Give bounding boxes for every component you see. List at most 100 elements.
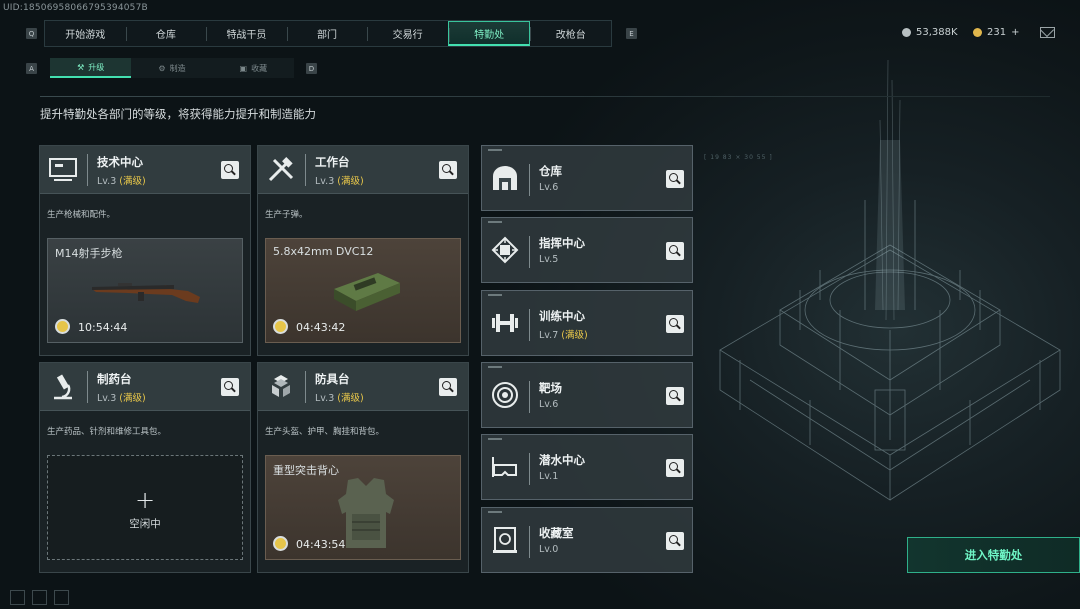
collect-icon: ▣: [239, 63, 248, 73]
craft-slot[interactable]: M14射手步枪 10:54:44: [47, 238, 243, 343]
nav-prev-key-hint[interactable]: Q: [26, 28, 37, 39]
divider: [529, 381, 530, 413]
diving-mask-icon: [492, 457, 517, 477]
dept-level: Lv.3 (满级): [315, 390, 364, 404]
tools-icon: [268, 157, 294, 182]
search-icon[interactable]: [439, 378, 457, 396]
base-hologram: [719, 60, 1061, 501]
craft-slot[interactable]: 5.8x42mm DVC12 04:43:42: [265, 238, 461, 343]
uid-label: UID:18506958066795394057B: [3, 3, 148, 13]
dept-card-workbench[interactable]: 工作台 Lv.3 (满级) 生产子弹。 5.8x42mm DVC12 04:43…: [257, 145, 469, 356]
mail-icon[interactable]: [1040, 27, 1055, 38]
craft-slot[interactable]: 重型突击背心 04:43:54: [265, 455, 461, 560]
facility-level: Lv.5: [539, 254, 559, 265]
dept-card-tech-center[interactable]: 技术中心 Lv.3 (满级) 生产枪械和配件。 M14射手步枪 10:54:44: [39, 145, 251, 356]
max-level-badge: (满级): [119, 176, 146, 187]
facility-diving-center[interactable]: 潜水中心 Lv.1: [481, 434, 693, 500]
divider: [305, 371, 306, 403]
level-value: Lv.7: [539, 330, 559, 341]
corner-bracket-icon: [54, 590, 69, 605]
timer-icon: [55, 319, 70, 334]
nav-next-key-hint[interactable]: E: [626, 28, 637, 39]
sub-tabs: ⚒ 升级 ⚙ 制造 ▣ 收藏: [50, 58, 294, 78]
coin-icon: [902, 28, 911, 37]
plus-icon: +: [134, 486, 156, 514]
facility-collection-room[interactable]: 收藏室 Lv.0: [481, 507, 693, 573]
dept-level: Lv.3 (满级): [315, 173, 364, 187]
subnav-next-key-hint[interactable]: D: [306, 63, 317, 74]
tag-mark: [488, 438, 502, 440]
tag-mark: [488, 149, 502, 151]
search-icon[interactable]: [666, 170, 684, 188]
facility-shooting-range[interactable]: 靶场 Lv.6: [481, 362, 693, 428]
dept-level: Lv.3 (满级): [97, 173, 146, 187]
collection-icon: [493, 527, 517, 553]
divider: [529, 453, 530, 485]
page-description: 提升特勤处各部门的等级，将获得能力提升和制造能力: [40, 107, 316, 121]
search-icon[interactable]: [666, 532, 684, 550]
dept-name: 防具台: [315, 372, 350, 386]
subtab-collect-label: 收藏: [251, 63, 268, 73]
add-token-button[interactable]: +: [1011, 27, 1019, 38]
subtab-upgrade-label: 升级: [88, 62, 105, 72]
facility-level: Lv.7 (满级): [539, 327, 588, 341]
level-value: Lv.3: [97, 176, 117, 187]
money-display: 53,388K: [902, 27, 958, 38]
craft-timer: 04:43:54: [296, 538, 346, 551]
craft-timer: 10:54:44: [78, 321, 128, 334]
tab-gunsmith[interactable]: 改枪台: [530, 21, 611, 46]
tab-warehouse[interactable]: 仓库: [125, 21, 207, 46]
subnav-prev-key-hint[interactable]: A: [26, 63, 37, 74]
craft-item-name: 重型突击背心: [273, 464, 339, 477]
dept-name: 技术中心: [97, 155, 143, 169]
tab-department[interactable]: 部门: [286, 21, 368, 46]
armor-icon: [272, 375, 290, 397]
search-icon[interactable]: [666, 315, 684, 333]
card-header: 防具台 Lv.3 (满级): [258, 363, 468, 411]
max-level-badge: (满级): [337, 393, 364, 404]
tab-special-office[interactable]: 特勤处: [447, 21, 531, 46]
craft-item-name: 5.8x42mm DVC12: [273, 245, 374, 258]
craft-icon: ⚙: [158, 63, 166, 73]
search-icon[interactable]: [221, 378, 239, 396]
divider: [529, 164, 530, 196]
facility-training-center[interactable]: 训练中心 Lv.7 (满级): [481, 290, 693, 356]
subtab-upgrade[interactable]: ⚒ 升级: [50, 58, 132, 78]
card-header: 技术中心 Lv.3 (满级): [40, 146, 250, 194]
craft-timer: 04:43:42: [296, 321, 346, 334]
corner-bracket-icon: [32, 590, 47, 605]
dept-card-armory[interactable]: 防具台 Lv.3 (满级) 生产头盔、护甲、胸挂和背包。 重型突击背心 04:4…: [257, 362, 469, 573]
search-icon[interactable]: [221, 161, 239, 179]
facility-level: Lv.1: [539, 471, 559, 482]
search-icon[interactable]: [439, 161, 457, 179]
subtab-craft[interactable]: ⚙ 制造: [131, 58, 212, 78]
facility-level: Lv.6: [539, 182, 559, 193]
divider: [305, 154, 306, 186]
subtab-craft-label: 制造: [169, 63, 186, 73]
tab-market[interactable]: 交易行: [367, 21, 448, 46]
tab-start-game[interactable]: 开始游戏: [45, 21, 126, 46]
facility-name: 指挥中心: [539, 236, 585, 250]
dept-level: Lv.3 (满级): [97, 390, 146, 404]
craft-item-name: M14射手步枪: [55, 247, 123, 260]
dept-card-pharmacy[interactable]: 制药台 Lv.3 (满级) 生产药品、针剂和维修工具包。 + 空闲中: [39, 362, 251, 573]
search-icon[interactable]: [666, 459, 684, 477]
level-value: Lv.3: [97, 393, 117, 404]
target-icon: [492, 382, 518, 408]
tag-mark: [488, 221, 502, 223]
tag-mark: [488, 294, 502, 296]
subtab-collect[interactable]: ▣ 收藏: [213, 58, 294, 78]
enter-special-office-button[interactable]: 进入特勤处: [907, 537, 1080, 573]
tab-operators[interactable]: 特战干员: [206, 21, 287, 46]
facility-command-center[interactable]: 指挥中心 Lv.5: [481, 217, 693, 283]
search-icon[interactable]: [666, 387, 684, 405]
search-icon[interactable]: [666, 242, 684, 260]
header-divider: [40, 96, 1050, 97]
token-icon: [973, 28, 982, 37]
facility-warehouse[interactable]: 仓库 Lv.6: [481, 145, 693, 211]
dept-description: 生产头盔、护甲、胸挂和背包。: [265, 427, 385, 437]
idle-craft-slot[interactable]: + 空闲中: [47, 455, 243, 560]
divider: [529, 526, 530, 558]
tag-mark: [488, 511, 502, 513]
dept-description: 生产枪械和配件。: [47, 210, 116, 220]
